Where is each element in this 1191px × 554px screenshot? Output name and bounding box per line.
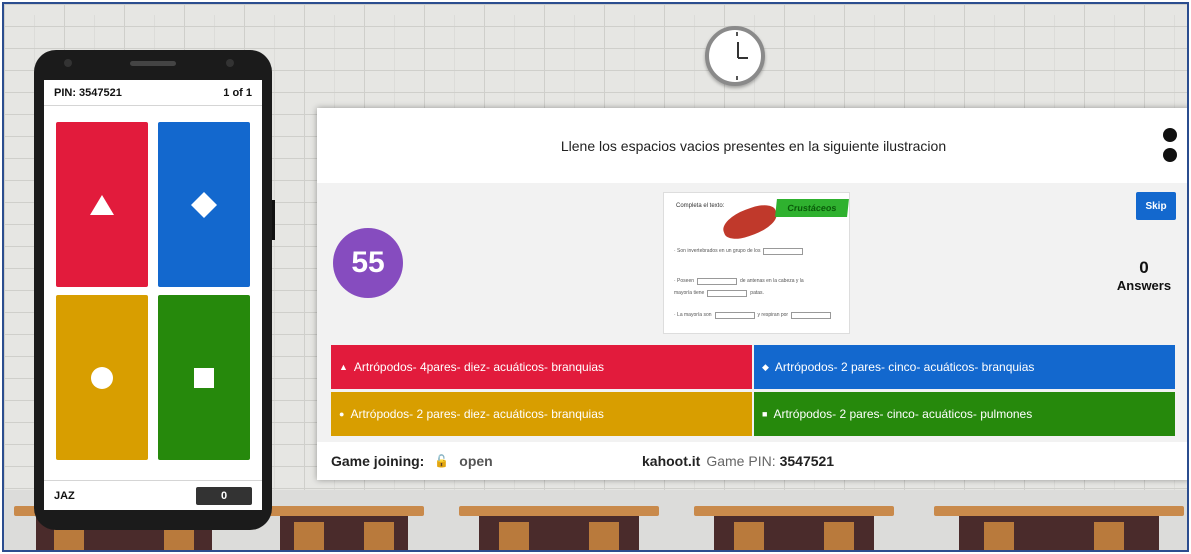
- question-bar: Llene los espacios vacios presentes en l…: [317, 108, 1187, 183]
- diamond-icon: [191, 191, 217, 218]
- blank-field: [763, 247, 804, 255]
- answer-text: Artrópodos- 2 pares- cinco- acuáticos- b…: [774, 360, 1035, 374]
- answers-label: Answers: [1116, 278, 1172, 293]
- square-icon: ■: [762, 409, 768, 419]
- blank-field: [714, 311, 755, 319]
- phone-pin: PIN: 3547521: [54, 86, 122, 99]
- kahoot-site: kahoot.it Game PIN: 3547521: [642, 453, 834, 469]
- image-line: de antenas en la cabeza y la: [740, 278, 804, 284]
- question-text: Llene los espacios vacios presentes en l…: [560, 137, 947, 154]
- image-line: · La mayoría son: [674, 312, 712, 318]
- question-controls: [1163, 128, 1177, 162]
- answer-tile-square[interactable]: [158, 295, 250, 460]
- answer-option-square[interactable]: ■ Artrópodos- 2 pares- cinco- acuáticos-…: [754, 392, 1175, 436]
- phone-footer: JAZ 0: [44, 480, 262, 510]
- desk: [459, 506, 659, 550]
- answer-option-triangle[interactable]: ▲ Artrópodos- 4pares- diez- acuáticos- b…: [331, 345, 752, 389]
- answer-tile-circle[interactable]: [56, 295, 148, 460]
- answer-option-circle[interactable]: ● Artrópodos- 2 pares- diez- acuáticos- …: [331, 392, 752, 436]
- screenshot-frame: PIN: 3547521 1 of 1 JAZ 0 Llene los espa…: [2, 2, 1189, 552]
- volume-icon[interactable]: [1163, 128, 1177, 142]
- kahoot-board: Llene los espacios vacios presentes en l…: [317, 108, 1187, 480]
- question-image: Completa el texto: Crustáceos · Son inve…: [663, 192, 850, 334]
- image-line: y respiran por: [757, 312, 789, 318]
- image-line: mayoría tiene: [674, 290, 705, 296]
- triangle-icon: ▲: [339, 362, 348, 372]
- image-line: · Poseen: [674, 278, 695, 284]
- blank-field: [697, 277, 738, 285]
- lobster-illustration: [719, 200, 781, 244]
- square-icon: [194, 367, 214, 388]
- answer-text: Artrópodos- 4pares- diez- acuáticos- bra…: [353, 360, 605, 374]
- desk: [934, 506, 1184, 550]
- answers-counter: 0 Answers: [1104, 258, 1184, 293]
- phone-header: PIN: 3547521 1 of 1: [44, 80, 262, 106]
- kahoot-url: kahoot.it: [642, 453, 701, 469]
- wall-clock: [705, 26, 765, 86]
- circle-icon: [91, 366, 113, 389]
- desk: [694, 506, 894, 550]
- desk: [264, 506, 424, 550]
- player-score: 0: [196, 486, 252, 505]
- answer-tile-triangle[interactable]: [56, 122, 148, 287]
- game-joining-status: open: [459, 453, 493, 469]
- image-line: patas.: [750, 290, 764, 296]
- circle-icon: ●: [339, 409, 345, 419]
- image-title: Completa el texto:: [676, 203, 725, 209]
- answer-tile-diamond[interactable]: [158, 122, 250, 287]
- answer-text: Artrópodos- 2 pares- cinco- acuáticos- p…: [773, 407, 1033, 421]
- countdown-timer: 55: [333, 228, 403, 298]
- image-line: · Son invertebrados en un grupo de los: [674, 248, 761, 254]
- blank-field: [707, 289, 748, 297]
- answer-option-diamond[interactable]: ◆ Artrópodos- 2 pares- cinco- acuáticos-…: [754, 345, 1175, 389]
- phone-screen: PIN: 3547521 1 of 1 JAZ 0: [44, 80, 262, 510]
- board-footer: Game joining: 🔓 open kahoot.it Game PIN: 3…: [317, 442, 1187, 480]
- blank-field: [791, 311, 832, 319]
- game-pin-label: Game PIN:: [706, 453, 776, 469]
- image-heading: Crustáceos: [775, 199, 849, 217]
- question-progress: 1 of 1: [223, 86, 252, 99]
- lock-icon[interactable]: 🔓: [434, 454, 449, 468]
- triangle-icon: [90, 194, 114, 215]
- player-name: JAZ: [54, 489, 75, 502]
- settings-icon[interactable]: [1163, 148, 1177, 162]
- phone-device: PIN: 3547521 1 of 1 JAZ 0: [34, 50, 275, 530]
- game-joining-label: Game joining:: [331, 453, 425, 469]
- answers-count: 0: [1139, 258, 1149, 277]
- game-pin: 3547521: [779, 453, 835, 469]
- answer-text: Artrópodos- 2 pares- diez- acuáticos- br…: [350, 407, 604, 421]
- skip-button[interactable]: Skip: [1136, 192, 1176, 220]
- diamond-icon: ◆: [762, 361, 769, 372]
